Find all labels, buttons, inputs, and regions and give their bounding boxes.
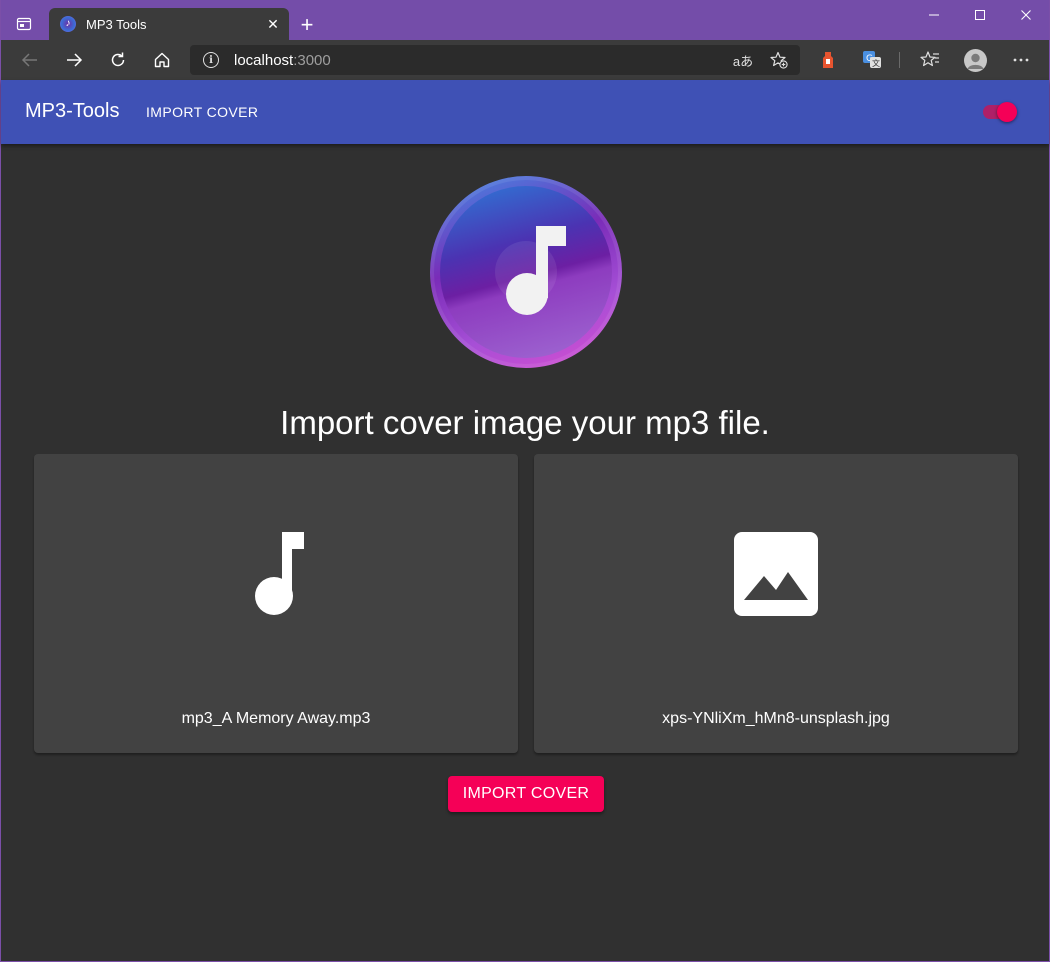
tab-close-icon[interactable]: ✕ — [259, 10, 287, 38]
browser-tab[interactable]: ♪ MP3 Tools ✕ — [49, 8, 289, 40]
forward-arrow-icon[interactable] — [60, 46, 88, 74]
image-icon — [734, 532, 818, 616]
app-favicon-icon: ♪ — [60, 16, 76, 32]
tab-title: MP3 Tools — [86, 16, 147, 32]
image-file-name: xps-YNliXm_hMn8-unsplash.jpg — [662, 710, 890, 727]
app-bar: MP3-Tools IMPORT COVER — [1, 80, 1049, 144]
image-file-card[interactable]: xps-YNliXm_hMn8-unsplash.jpg — [534, 454, 1018, 753]
add-favorite-icon[interactable] — [766, 47, 792, 73]
music-note-icon — [234, 532, 318, 616]
browser-toolbar: i localhost:3000 aあ G文 — [1, 40, 1049, 80]
refresh-icon[interactable] — [104, 46, 132, 74]
nav-import-cover-link[interactable]: IMPORT COVER — [146, 104, 258, 120]
svg-text:文: 文 — [872, 58, 880, 68]
toolbar-separator — [899, 52, 900, 68]
toggle-thumb — [997, 102, 1017, 122]
window-controls — [911, 0, 1049, 30]
tab-actions-icon[interactable] — [15, 15, 33, 33]
logo-music-note-icon — [506, 226, 566, 315]
home-icon[interactable] — [148, 46, 176, 74]
close-window-icon[interactable] — [1003, 0, 1049, 30]
url-port: :3000 — [293, 51, 331, 69]
translate-icon[interactable]: G文 — [861, 49, 883, 71]
maximize-icon[interactable] — [957, 0, 1003, 30]
read-aloud-icon[interactable]: aあ — [730, 47, 756, 73]
audio-file-name: mp3_A Memory Away.mp3 — [181, 710, 371, 727]
profile-avatar-icon[interactable] — [964, 49, 987, 72]
favorites-icon[interactable] — [919, 49, 941, 71]
extension-icon[interactable] — [817, 49, 839, 71]
new-tab-button[interactable]: + — [294, 12, 320, 38]
site-info-icon[interactable]: i — [203, 52, 219, 68]
back-arrow-icon[interactable] — [16, 46, 44, 74]
import-cover-button[interactable]: IMPORT COVER — [448, 776, 604, 812]
app-brand[interactable]: MP3-Tools — [25, 100, 119, 123]
audio-file-card[interactable]: mp3_A Memory Away.mp3 — [34, 454, 518, 753]
more-options-icon[interactable] — [1010, 49, 1032, 71]
theme-toggle-switch[interactable] — [980, 102, 1018, 122]
page-headline: Import cover image your mp3 file. — [280, 404, 770, 441]
minimize-icon[interactable] — [911, 0, 957, 30]
address-bar[interactable]: i localhost:3000 aあ — [190, 45, 800, 75]
url-host: localhost — [234, 51, 294, 69]
app-logo — [430, 176, 622, 368]
browser-title-bar: ♪ MP3 Tools ✕ + — [1, 0, 1049, 40]
